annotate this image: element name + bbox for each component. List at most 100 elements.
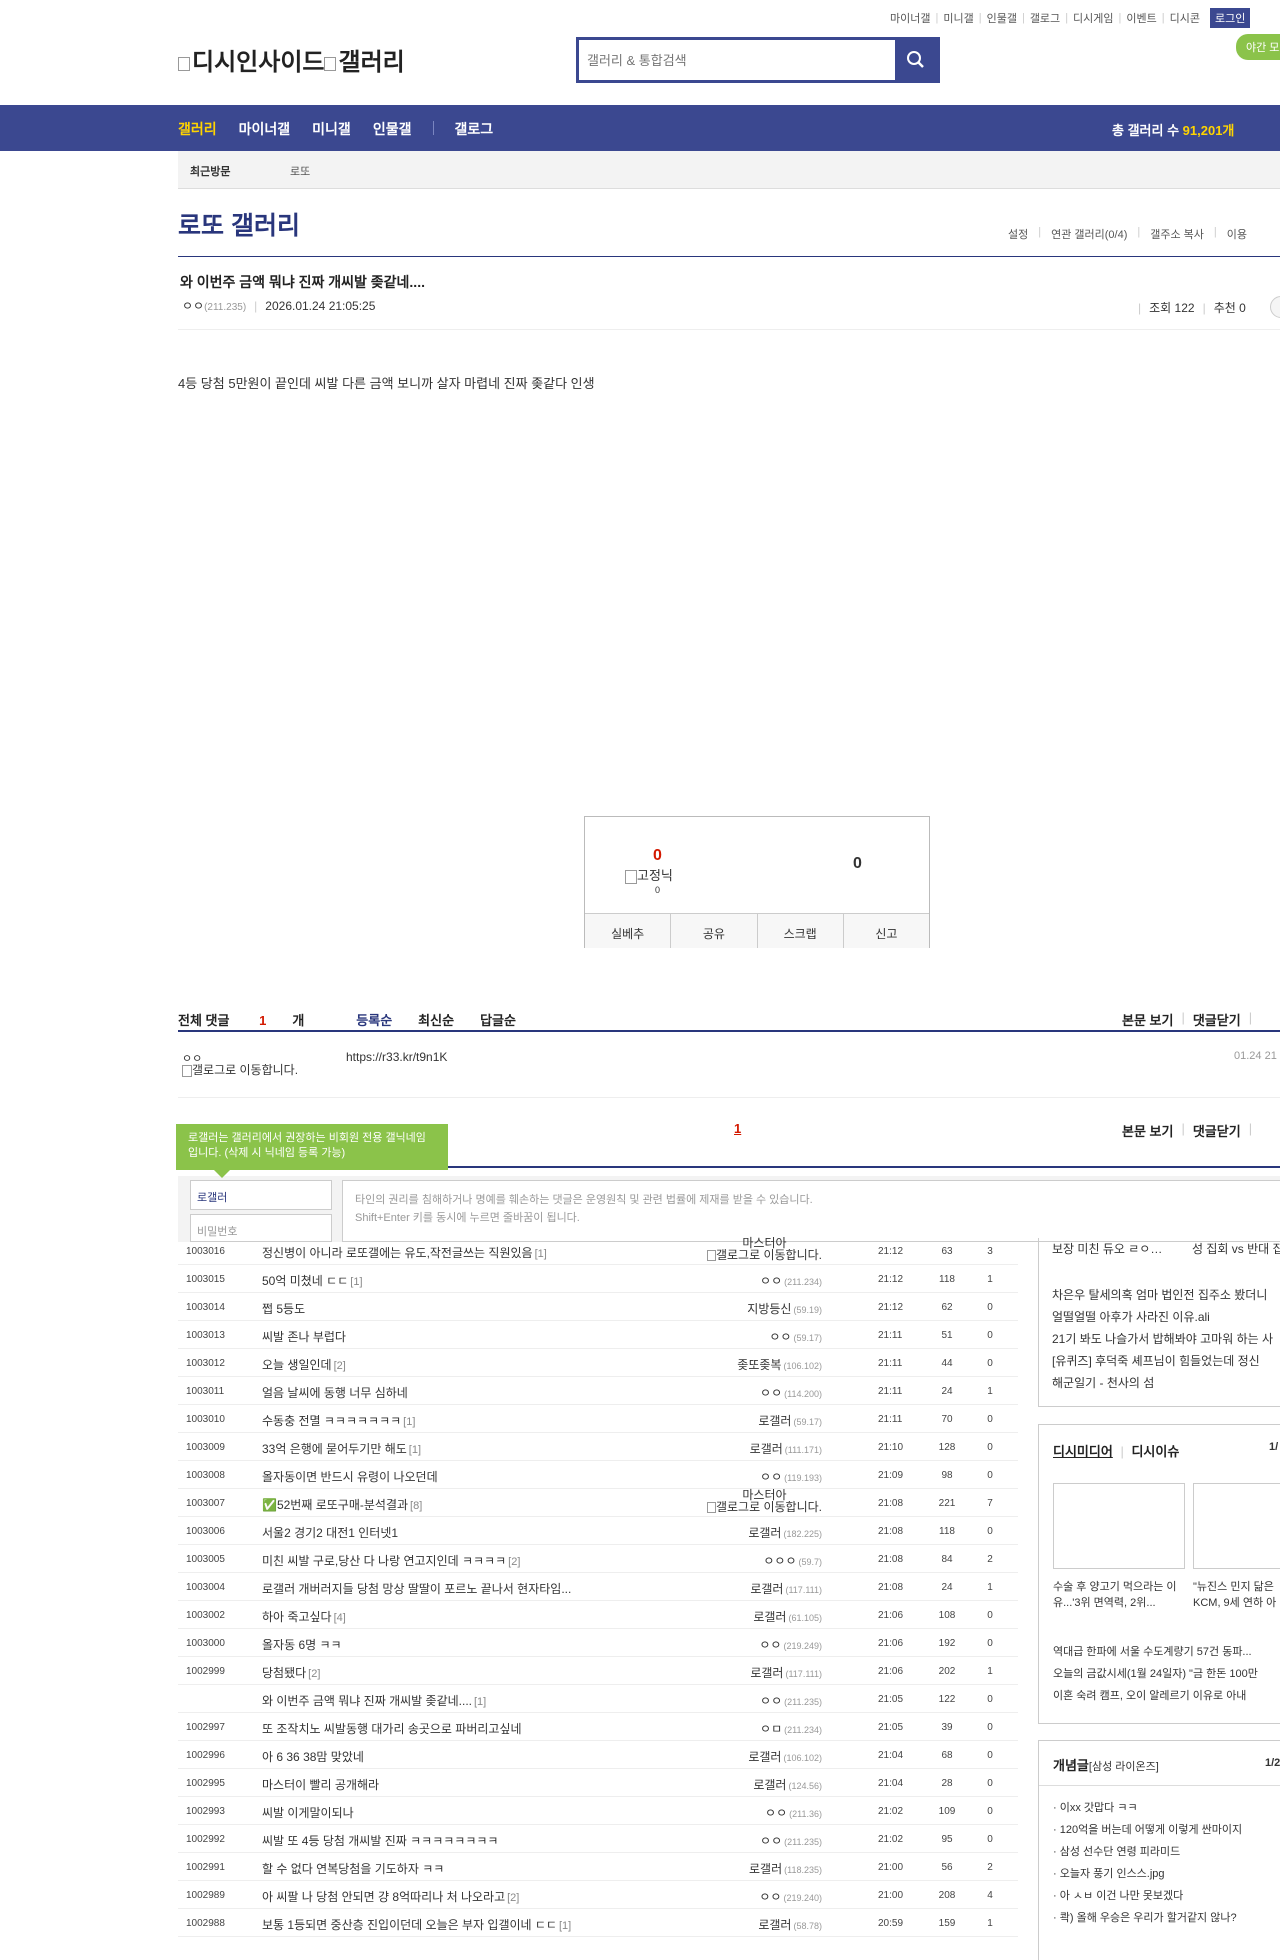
post-writer[interactable]: ㅇㅇ (114.200) xyxy=(760,1384,822,1401)
media-line-2[interactable]: 오늘의 금값시세(1월 24일자) "금 한돈 100만 xyxy=(1053,1665,1280,1681)
reply-count[interactable]: [2] xyxy=(334,1360,346,1372)
post-writer[interactable]: ㅇㅇ (219.240) xyxy=(759,1888,822,1905)
login-button[interactable]: 로그인 xyxy=(1210,8,1251,28)
post-list-title[interactable]: 쩝 5등도 xyxy=(262,1300,307,1317)
post-list-title[interactable]: 오늘 생일인데 [2] xyxy=(262,1356,346,1373)
post-writer[interactable]: ㅇㅇ (211.235) xyxy=(760,1692,822,1709)
comment-text[interactable]: https://r33.kr/t9n1K xyxy=(346,1050,447,1064)
side-issue-5[interactable]: 21기 봐도 나슬가서 밥해봐야 고마워 하는 사 xyxy=(1052,1330,1280,1347)
concept-item[interactable]: · 콱) 올해 우승은 우리가 할거같지 않나? xyxy=(1053,1909,1280,1925)
search-button[interactable] xyxy=(895,40,937,80)
comment-textarea[interactable]: 타인의 권리를 침해하거나 명예를 훼손하는 댓글은 운영원칙 및 관련 법률에… xyxy=(342,1180,1280,1242)
tab-dcmedia[interactable]: 디시미디어 xyxy=(1053,1444,1113,1459)
post-list-title[interactable]: 정신병이 아니라 로또갤에는 유도,작전글쓰는 직원있음 [1] xyxy=(262,1244,547,1261)
media-caption-1[interactable]: 수술 후 양고기 먹으라는 이유...'3위 면역력, 2위... xyxy=(1053,1579,1185,1611)
side-issue-3[interactable]: 차은우 탈세의혹 엄마 법인전 집주소 봤더니 xyxy=(1052,1286,1280,1303)
post-writer[interactable]: 좆또좆복 (106.102) xyxy=(737,1356,822,1373)
top-link-event[interactable]: 이벤트 xyxy=(1126,10,1156,26)
post-writer[interactable]: 로갤러 (106.102) xyxy=(748,1748,822,1765)
post-list-title[interactable]: 또 조작치노 씨발동행 대가리 송곳으로 파버리고싶네 xyxy=(262,1720,524,1737)
view-body-button[interactable]: 본문 보기 xyxy=(1122,1010,1173,1029)
post-list-title[interactable]: 로갤러 개버러지들 당첨 망상 딸딸이 포르노 끝나서 현자타임... xyxy=(262,1580,573,1597)
post-list-title[interactable]: 서울2 경기2 대전1 인터넷1 xyxy=(262,1524,400,1541)
post-list-title[interactable]: 하아 죽고싶다 [4] xyxy=(262,1608,346,1625)
post-list-title[interactable]: 보통 1등되면 중산층 진입이던데 오늘은 부자 입갤이네 ㄷㄷ [1] xyxy=(262,1916,571,1933)
post-list-title[interactable]: 50억 미쳤네 ㄷㄷ [1] xyxy=(262,1272,363,1289)
top-link-mini[interactable]: 미니갤 xyxy=(943,10,973,26)
post-writer[interactable]: 로갤러 (111.171) xyxy=(750,1440,822,1457)
post-writer[interactable]: 로갤러 (59.17) xyxy=(758,1412,822,1429)
post-list-title[interactable]: 씨발 또 4등 당첨 개씨발 진짜 ㅋㅋㅋㅋㅋㅋㅋㅋ xyxy=(262,1832,500,1849)
post-list-title[interactable]: 미친 씨발 구로,당산 다 나랑 연고지인데 ㅋㅋㅋㅋ [2] xyxy=(262,1552,520,1569)
media-thumb-2[interactable] xyxy=(1193,1483,1280,1569)
post-writer[interactable]: 지방등신 (59.19) xyxy=(747,1300,822,1317)
post-list-title[interactable]: 마스터이 빨리 공개해라 xyxy=(262,1776,381,1793)
post-author[interactable]: ㅇㅇ xyxy=(182,299,204,313)
copy-address-link[interactable]: 갤주소 복사 xyxy=(1150,226,1204,242)
nav-gallery[interactable]: 갤러리 xyxy=(178,119,217,139)
reply-count[interactable]: [1] xyxy=(474,1696,486,1708)
media-line-3[interactable]: 이혼 숙려 캠프, 오이 알레르기 이유로 아내 xyxy=(1053,1687,1280,1703)
close-comments-button[interactable]: 댓글닫기 xyxy=(1193,1121,1241,1140)
sort-reply[interactable]: 답글순 xyxy=(480,1010,516,1029)
media-thumb-1[interactable] xyxy=(1053,1483,1185,1569)
reply-count[interactable]: [8] xyxy=(410,1500,422,1512)
nav-mini[interactable]: 미니갤 xyxy=(312,119,351,139)
media-line-1[interactable]: 역대급 한파에 서울 수도계량기 57건 동파... xyxy=(1053,1643,1280,1659)
recent-item[interactable]: 로또 xyxy=(290,163,310,179)
post-writer[interactable]: ㅇㅇ (119.193) xyxy=(760,1468,822,1485)
nav-gallog[interactable]: 갤로그 xyxy=(454,119,493,139)
post-writer[interactable]: 로갤러 (182.225) xyxy=(748,1524,822,1541)
reply-count[interactable]: [2] xyxy=(508,1556,520,1568)
post-writer[interactable]: ㅇㅇ (211.235) xyxy=(760,1832,822,1849)
post-list-title[interactable]: 씨발 이게말이되나 xyxy=(262,1804,356,1821)
post-writer[interactable]: 로갤러 (117.111) xyxy=(750,1664,822,1681)
post-list-title[interactable]: 올자동 6명 ㅋㅋ xyxy=(262,1636,344,1653)
nickname-input[interactable]: 로갤러 xyxy=(190,1180,332,1210)
share-button[interactable]: 공유 xyxy=(671,914,758,948)
search-input[interactable] xyxy=(587,47,887,73)
post-writer[interactable]: ㅇㅇ (219.249) xyxy=(759,1636,822,1653)
post-list-title[interactable]: 얼음 날씨에 동행 너무 심하네 xyxy=(262,1384,410,1401)
reply-count[interactable]: [1] xyxy=(409,1444,421,1456)
post-writer[interactable]: 마스터아 갤로그로 이동합니다. xyxy=(706,1237,822,1262)
gallog-link[interactable]: 갤로그로 이동합니다. xyxy=(182,1064,312,1077)
post-list-title[interactable]: 씨발 존나 부럽다 xyxy=(262,1328,348,1345)
reply-count[interactable]: [1] xyxy=(535,1248,547,1260)
post-writer[interactable]: 로갤러 (58.78) xyxy=(758,1916,822,1933)
top-link-person[interactable]: 인물갤 xyxy=(987,10,1017,26)
close-comments-button[interactable]: 댓글닫기 xyxy=(1193,1010,1241,1029)
reply-count[interactable]: [1] xyxy=(403,1416,415,1428)
concept-item[interactable]: · 삼성 선수단 연령 피라미드 xyxy=(1053,1843,1280,1859)
top-link-dccon[interactable]: 디시콘 xyxy=(1170,10,1200,26)
usage-link[interactable]: 이용 xyxy=(1227,226,1247,242)
scrap-button[interactable]: 스크랩 xyxy=(758,914,844,948)
sort-latest[interactable]: 최신순 xyxy=(418,1010,454,1029)
post-writer[interactable]: 로갤러 (118.235) xyxy=(749,1860,822,1877)
reply-count[interactable]: [4] xyxy=(334,1612,346,1624)
nav-person[interactable]: 인물갤 xyxy=(373,119,412,139)
side-issue-1[interactable]: 보장 미친 듀오 ㄹㅇ… xyxy=(1052,1240,1172,1257)
top-link-gallog[interactable]: 갤로그 xyxy=(1030,10,1060,26)
reply-count[interactable]: [1] xyxy=(559,1920,571,1932)
post-list-title[interactable]: 올자동이면 반드시 유령이 나오던데 xyxy=(262,1468,440,1485)
side-issue-7[interactable]: 해군일기 - 천사의 섬 xyxy=(1052,1374,1280,1391)
media-caption-2[interactable]: "뉴진스 민지 닮은 KCM, 9세 연하 아 xyxy=(1193,1579,1280,1611)
post-list-title[interactable]: 수동충 전멸 ㅋㅋㅋㅋㅋㅋㅋ [1] xyxy=(262,1412,415,1429)
top-link-minor[interactable]: 마이너갤 xyxy=(890,10,930,26)
post-list-title[interactable]: 할 수 없다 연복당첨을 기도하자 ㅋㅋ xyxy=(262,1860,446,1877)
night-mode-button[interactable]: 야간 모드 xyxy=(1236,34,1280,60)
gallery-settings-link[interactable]: 설정 xyxy=(1008,226,1028,242)
concept-title[interactable]: 개념글 xyxy=(1053,1758,1089,1773)
comment-page-1[interactable]: 1 xyxy=(734,1121,741,1136)
post-writer[interactable]: ㅇㅇ (59.17) xyxy=(769,1328,822,1345)
top-link-game[interactable]: 디시게임 xyxy=(1073,10,1113,26)
post-writer[interactable]: ㅇㅇㅇ (59.7) xyxy=(763,1552,822,1569)
side-issue-4[interactable]: 얼떨얼떨 아후가 사라진 이유.ali xyxy=(1052,1308,1280,1325)
realbest-button[interactable]: 실베추 xyxy=(585,914,672,948)
reply-count[interactable]: [2] xyxy=(507,1892,519,1904)
view-body-button[interactable]: 본문 보기 xyxy=(1122,1121,1173,1140)
post-writer[interactable]: ㅇㅇ (211.36) xyxy=(765,1804,822,1821)
post-list-title[interactable]: 33억 은행에 묻어두기만 해도 [1] xyxy=(262,1440,421,1457)
side-issue-6[interactable]: [유퀴즈] 후덕죽 셰프님이 힘들었는데 정신 xyxy=(1052,1352,1280,1369)
